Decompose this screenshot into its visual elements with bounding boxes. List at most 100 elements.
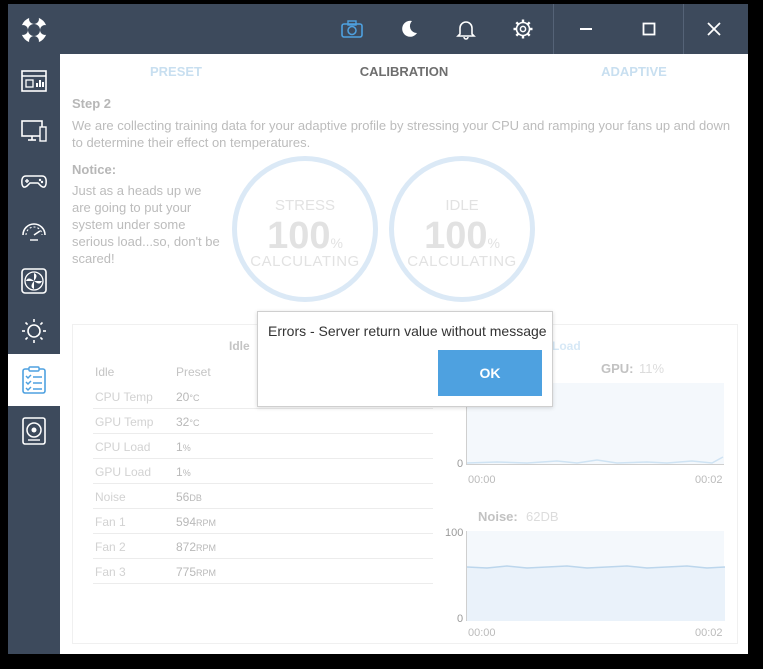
- noise-chart-x-end: 00:02: [695, 627, 723, 639]
- notice-text: Just as a heads up we are going to put y…: [72, 183, 220, 266]
- metric-value: 20°C: [176, 390, 199, 404]
- gpu-chart-value: 11%: [639, 361, 665, 376]
- metric-number: 1: [176, 440, 183, 454]
- notice-title: Notice:: [72, 162, 117, 177]
- sidebar-item-dashboard[interactable]: [8, 56, 60, 106]
- metric-value: 872RPM: [176, 540, 216, 554]
- metric-value: 594RPM: [176, 515, 216, 529]
- metric-number: 32: [176, 415, 190, 429]
- table-row: CPU Load 1%: [93, 434, 433, 459]
- gpu-chart-x-start: 00:00: [468, 474, 496, 486]
- noise-chart-y-max: 100: [445, 527, 464, 539]
- idle-gauge: IDLE 100% CALCULATING: [389, 156, 535, 302]
- metric-name: GPU Temp: [95, 415, 154, 429]
- maximize-icon: [642, 22, 656, 36]
- speedometer-icon: [22, 223, 46, 241]
- gpu-chart-x-end: 00:02: [695, 474, 723, 486]
- close-button[interactable]: [686, 4, 742, 54]
- metric-unit: %: [182, 443, 191, 453]
- table-header-preset: Preset: [176, 365, 211, 379]
- sidebar-item-monitor[interactable]: [8, 106, 60, 156]
- noise-chart-value: 62DB: [526, 509, 559, 524]
- metric-name: Fan 2: [95, 540, 126, 554]
- metric-number: 20: [176, 390, 190, 404]
- table-row: Noise 56DB: [93, 484, 433, 509]
- noise-chart-x-start: 00:00: [468, 627, 496, 639]
- sidebar-item-audio[interactable]: [8, 406, 60, 456]
- close-icon: [707, 22, 721, 36]
- metric-number: 775: [176, 565, 197, 579]
- metric-unit: DB: [189, 493, 202, 503]
- metric-name: CPU Temp: [95, 390, 153, 404]
- minimize-icon: [580, 28, 592, 30]
- sidebar-item-cooling[interactable]: [8, 256, 60, 306]
- stress-gauge: STRESS 100% CALCULATING: [232, 156, 378, 302]
- stress-gauge-value: 100%: [237, 215, 373, 258]
- title-bar-divider: [553, 4, 554, 54]
- camera-icon: [341, 20, 363, 38]
- title-bar: [60, 4, 748, 54]
- metric-number: 872: [176, 540, 197, 554]
- metric-unit: RPM: [196, 543, 217, 553]
- title-bar-divider: [683, 4, 684, 54]
- bell-icon: [456, 21, 476, 40]
- metric-number: 1: [176, 465, 183, 479]
- metric-name: GPU Load: [95, 465, 152, 479]
- metric-unit: °C: [189, 393, 200, 403]
- app-logo[interactable]: [8, 4, 60, 56]
- metric-value: 1%: [176, 465, 191, 479]
- sidebar-item-lighting[interactable]: [8, 306, 60, 356]
- idle-gauge-label: IDLE: [445, 197, 479, 214]
- stress-gauge-status: CALCULATING: [250, 253, 360, 270]
- table-row: Fan 2 872RPM: [93, 534, 433, 559]
- noise-chart-title: Noise:: [478, 509, 518, 524]
- monitor-icon: [21, 120, 47, 142]
- minimize-button[interactable]: [558, 4, 614, 54]
- idle-gauge-status: CALCULATING: [407, 253, 517, 270]
- metric-number: 594: [176, 515, 197, 529]
- gpu-chart-title: GPU:: [601, 361, 634, 376]
- load-header: Load: [552, 339, 581, 353]
- tab-preset[interactable]: PRESET: [106, 64, 246, 79]
- notifications-button[interactable]: [438, 4, 494, 54]
- metric-unit: RPM: [196, 568, 217, 578]
- logo-icon: [19, 15, 49, 45]
- noise-chart-plot: [466, 565, 726, 621]
- table-row: Fan 3 775RPM: [93, 559, 433, 584]
- maximize-button[interactable]: [621, 4, 677, 54]
- gear-icon: [513, 19, 533, 39]
- metric-number: 56: [176, 490, 190, 504]
- dashboard-icon: [21, 70, 47, 92]
- moon-icon: [402, 20, 417, 37]
- metric-name: Fan 1: [95, 515, 126, 529]
- metric-value: 32°C: [176, 415, 199, 429]
- table-body: CPU Temp 20°C GPU Temp 32°C CPU Load 1% GPU Lo…: [93, 384, 433, 584]
- fan-icon: [21, 268, 47, 294]
- idle-header: Idle: [229, 339, 250, 353]
- step-description: We are collecting training data for your…: [72, 118, 731, 150]
- metric-unit: °C: [189, 418, 200, 428]
- noise-chart: [466, 531, 726, 621]
- table-header-idle: Idle: [95, 365, 115, 379]
- tab-adaptive[interactable]: ADAPTIVE: [564, 64, 704, 79]
- settings-button[interactable]: [495, 4, 551, 54]
- sidebar-item-gaming[interactable]: [8, 156, 60, 206]
- sidebar-item-performance[interactable]: [8, 206, 60, 256]
- sun-icon: [22, 319, 46, 343]
- screenshot-button[interactable]: [324, 4, 380, 54]
- tab-calibration[interactable]: CALIBRATION: [334, 64, 474, 79]
- sidebar-item-calibration[interactable]: [8, 354, 60, 406]
- metric-value: 56DB: [176, 490, 202, 504]
- speaker-icon: [22, 417, 46, 445]
- dark-mode-button[interactable]: [381, 4, 437, 54]
- table-row: GPU Load 1%: [93, 459, 433, 484]
- error-message: Errors - Server return value without mes…: [268, 323, 547, 339]
- metric-name: Noise: [95, 490, 126, 504]
- ok-button[interactable]: OK: [438, 350, 542, 396]
- table-row: Fan 1 594RPM: [93, 509, 433, 534]
- noise-chart-y-min: 0: [457, 613, 464, 625]
- stress-gauge-number: 100: [267, 215, 331, 257]
- metric-name: CPU Load: [95, 440, 151, 454]
- step-title: Step 2: [72, 96, 112, 111]
- metric-name: Fan 3: [95, 565, 126, 579]
